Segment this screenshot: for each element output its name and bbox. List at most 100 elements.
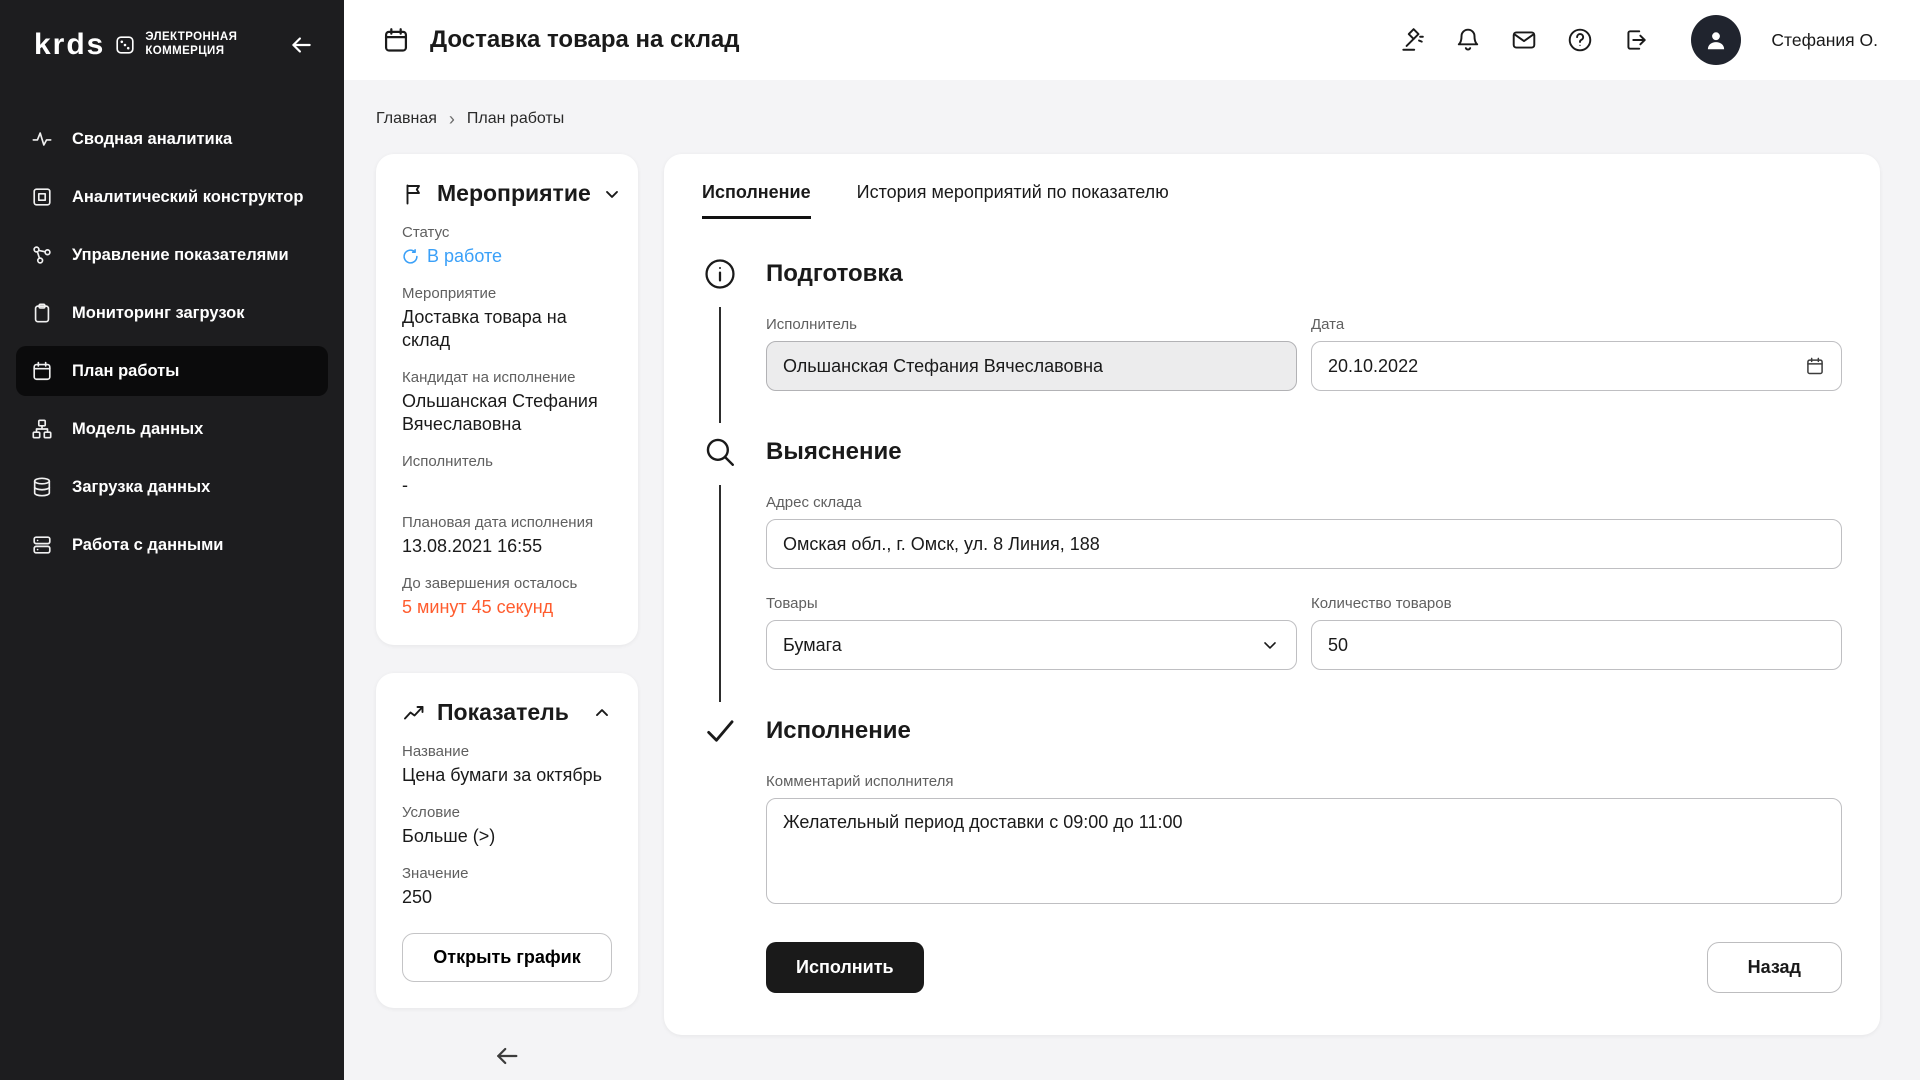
data-work-icon [30,533,54,557]
sidebar-item-label: Управление показателями [72,246,289,265]
sidebar-item-upload-monitoring[interactable]: Мониторинг загрузок [16,288,328,338]
avatar[interactable] [1691,15,1741,65]
dice-icon [114,34,136,56]
sidebar-collapse-button[interactable] [284,28,318,62]
line-chart-icon [402,701,426,725]
event-card: Мероприятие Статус В работе [376,154,638,645]
tab-execution[interactable]: Исполнение [702,182,811,219]
left-column: Мероприятие Статус В работе [376,154,638,1070]
data-model-icon [30,417,54,441]
analytics-icon [30,127,54,151]
content: Главная › План работы Мероприятие [344,80,1920,1080]
main-column: Доставка товара на склад [344,0,1920,1080]
sidebar-item-work-plan[interactable]: План работы [16,346,328,396]
tab-history[interactable]: История мероприятий по показателю [857,182,1169,219]
breadcrumb: Главная › План работы [376,80,1880,154]
quantity-input[interactable] [1311,620,1842,670]
breadcrumb-separator-icon: › [449,110,455,128]
sidebar-item-label: Модель данных [72,420,203,439]
notifications-button[interactable] [1455,27,1481,53]
sidebar-item-summary-analytics[interactable]: Сводная аналитика [16,114,328,164]
back-button[interactable]: Назад [1707,942,1842,993]
sidebar-item-data-upload[interactable]: Загрузка данных [16,462,328,512]
date-input[interactable]: 20.10.2022 [1311,341,1842,391]
sidebar-item-label: Аналитический конструктор [72,188,303,207]
brand-name: krds [34,30,105,60]
status-badge: В работе [402,245,612,268]
messages-button[interactable] [1511,27,1537,53]
back-navigation-button[interactable] [493,1042,521,1070]
indicator-card: Показатель Название Цена бумаги за октяб… [376,673,638,1008]
section-rail [702,714,738,993]
indicator-card-title: Показатель [437,699,569,726]
indicator-card-header: Показатель [402,699,612,726]
theme-toggle-button[interactable] [1399,27,1425,53]
brand-tagline: ЭЛЕКТРОННАЯ КОММЕРЦИЯ [145,31,237,59]
info-icon [703,257,737,291]
executor-comment-textarea[interactable]: Желательный период доставки с 09:00 до 1… [766,798,1842,904]
event-card-header: Мероприятие [402,180,612,207]
event-card-title: Мероприятие [437,180,591,207]
countdown-value: 5 минут 45 секунд [402,596,612,619]
back-arrow-icon [288,32,314,58]
section-title: Подготовка [766,260,1842,288]
lamp-icon [1399,27,1425,53]
chevron-up-icon[interactable] [592,703,612,723]
indicator-field: Название Цена бумаги за октябрь [402,743,612,787]
sidebar-item-label: Загрузка данных [72,478,210,497]
section-preparation: Подготовка Исполнитель Дата 20.10.2022 [702,257,1842,435]
tabs: Исполнение История мероприятий по показа… [702,182,1842,219]
event-field: Исполнитель - [402,453,612,497]
timeline-connector [719,307,721,423]
page-calendar-icon [382,26,410,54]
section-title: Выяснение [766,438,1842,466]
open-chart-button[interactable]: Открыть график [402,933,612,982]
indicators-icon [30,243,54,267]
section-clarification: Выяснение Адрес склада Товары Бумага [702,435,1842,714]
bell-icon [1455,27,1481,53]
section-title: Исполнение [766,717,1842,745]
sidebar-menu: Сводная аналитика Аналитический конструк… [0,114,344,570]
chevron-down-icon[interactable] [602,184,622,204]
header: Доставка товара на склад [344,0,1920,80]
mail-icon [1511,27,1537,53]
section-rail [702,435,738,714]
monitoring-icon [30,301,54,325]
flag-icon [402,182,426,206]
sidebar-item-label: Работа с данными [72,536,223,555]
app: krds ЭЛЕКТРОННАЯ КОММЕРЦИЯ С [0,0,1920,1080]
indicator-field: Условие Больше (>) [402,804,612,848]
sidebar-item-label: Мониторинг загрузок [72,304,245,323]
calendar-icon [30,359,54,383]
help-button[interactable] [1567,27,1593,53]
sidebar-item-indicator-management[interactable]: Управление показателями [16,230,328,280]
user-name: Стефания О. [1771,30,1878,51]
executor-input [766,341,1297,391]
logout-button[interactable] [1623,27,1649,53]
event-field: Мероприятие Доставка товара на склад [402,285,612,352]
back-arrow-icon [493,1042,521,1070]
quantity-field-group: Количество товаров [1311,595,1842,670]
execute-button[interactable]: Исполнить [766,942,924,993]
breadcrumb-home[interactable]: Главная [376,110,437,128]
executor-field-group: Исполнитель [766,316,1297,391]
help-icon [1567,27,1593,53]
date-field-group: Дата 20.10.2022 [1311,316,1842,391]
goods-field-group: Товары Бумага [766,595,1297,670]
comment-field-group: Комментарий исполнителя Желательный пери… [766,773,1842,904]
chevron-down-icon [1260,635,1280,655]
goods-select[interactable]: Бумага [766,620,1297,670]
date-picker-icon[interactable] [1805,356,1825,376]
warehouse-address-input[interactable] [766,519,1842,569]
columns: Мероприятие Статус В работе [376,154,1880,1070]
data-upload-icon [30,475,54,499]
logout-icon [1623,27,1649,53]
search-icon [703,435,737,469]
section-rail [702,257,738,435]
countdown-field: До завершения осталось 5 минут 45 секунд [402,575,612,619]
form-actions: Исполнить Назад [766,942,1842,993]
sidebar-item-data-model[interactable]: Модель данных [16,404,328,454]
sidebar-item-analytic-constructor[interactable]: Аналитический конструктор [16,172,328,222]
sidebar-item-data-work[interactable]: Работа с данными [16,520,328,570]
header-title-group: Доставка товара на склад [382,26,740,54]
